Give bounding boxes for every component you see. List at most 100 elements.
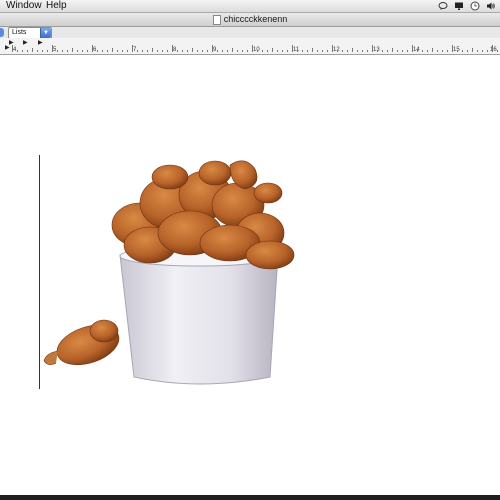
- ruler-tick: [392, 48, 393, 52]
- ruler-tick: [102, 50, 103, 52]
- ruler-tick: [487, 50, 488, 52]
- ruler-tick: [372, 45, 373, 52]
- ruler-tick: [42, 50, 43, 52]
- ruler-tick: [442, 50, 443, 52]
- ruler-tick: [427, 50, 428, 52]
- ruler-tick: [327, 50, 328, 52]
- ruler-tick: [57, 50, 58, 52]
- ruler-tick: [257, 50, 258, 52]
- document-icon: [212, 14, 221, 25]
- ruler-tick: [452, 45, 453, 52]
- menu-bar: Window Help: [0, 0, 500, 13]
- ruler-tick: [202, 50, 203, 52]
- ruler-tick: [172, 45, 173, 52]
- ruler-tick: [262, 50, 263, 52]
- ruler-tick: [32, 48, 33, 52]
- document-image[interactable]: [40, 155, 300, 389]
- ruler-tick: [152, 48, 153, 52]
- ruler-tick: [157, 50, 158, 52]
- toolbar-edge-button[interactable]: [0, 28, 4, 37]
- ruler-tick: [492, 45, 493, 52]
- ruler-tick: [317, 50, 318, 52]
- ruler-tick: [352, 48, 353, 52]
- window-title-text: chicccckkenenn: [223, 14, 288, 24]
- ruler-tick: [342, 50, 343, 52]
- ruler-tick: [397, 50, 398, 52]
- ruler-tick: [267, 50, 268, 52]
- ruler-tick: [107, 50, 108, 52]
- ruler-tick: [162, 50, 163, 52]
- ruler-tick: [497, 50, 498, 52]
- chevron-down-icon: ▼: [40, 28, 51, 38]
- ruler-tick: [237, 50, 238, 52]
- ruler-tick: [132, 45, 133, 52]
- ruler-tick: [362, 50, 363, 52]
- volume-icon[interactable]: [486, 1, 496, 11]
- ruler-tick: [247, 50, 248, 52]
- ruler-tick: [467, 50, 468, 52]
- ruler-tick: [192, 48, 193, 52]
- ruler-tick: [92, 45, 93, 52]
- window-title: chicccckkenenn: [0, 13, 500, 26]
- ruler-tick: [477, 50, 478, 52]
- ruler[interactable]: ▶ ▶ ▶ ▶ 4 5 6 7 8 9 10 11 12 13 14 15 16: [0, 38, 500, 55]
- ruler-tick: [472, 48, 473, 52]
- tab-stop-marker[interactable]: ▶: [5, 45, 10, 51]
- ruler-tick: [252, 45, 253, 52]
- ruler-tick: [97, 50, 98, 52]
- ruler-tick: [457, 50, 458, 52]
- ruler-tick: [217, 50, 218, 52]
- ruler-tick: [222, 50, 223, 52]
- ruler-tick: [182, 50, 183, 52]
- bubble-icon[interactable]: [438, 1, 448, 11]
- ruler-tick: [332, 45, 333, 52]
- menu-help[interactable]: Help: [46, 0, 67, 12]
- ruler-tick: [322, 50, 323, 52]
- tab-stop-marker[interactable]: ▶: [23, 40, 28, 46]
- ruler-tick: [312, 48, 313, 52]
- ruler-tick: [167, 50, 168, 52]
- lists-dropdown-value: Lists: [12, 29, 27, 36]
- ruler-number: 7: [133, 47, 137, 53]
- ruler-tick: [72, 48, 73, 52]
- clock-icon[interactable]: [470, 1, 480, 11]
- ruler-tick: [112, 48, 113, 52]
- document-body[interactable]: [0, 55, 500, 495]
- ruler-tick: [177, 50, 178, 52]
- menu-window[interactable]: Window: [6, 0, 42, 12]
- ruler-tick: [87, 50, 88, 52]
- ruler-tick: [242, 50, 243, 52]
- ruler-number: 5: [53, 47, 57, 53]
- ruler-tick: [462, 50, 463, 52]
- ruler-tick: [282, 50, 283, 52]
- ruler-number: 4: [13, 47, 17, 53]
- ruler-tick: [52, 45, 53, 52]
- ruler-tick: [187, 50, 188, 52]
- ruler-tick: [377, 50, 378, 52]
- tab-stop-marker[interactable]: ▶: [38, 40, 43, 46]
- window-title-bar[interactable]: chicccckkenenn: [0, 13, 500, 27]
- ruler-tick: [447, 50, 448, 52]
- ruler-tick: [422, 50, 423, 52]
- ruler-tick: [62, 50, 63, 52]
- ruler-tick: [12, 45, 13, 52]
- ruler-tick: [17, 50, 18, 52]
- ruler-tick: [82, 50, 83, 52]
- ruler-tick: [37, 50, 38, 52]
- ruler-number: 8: [173, 47, 177, 53]
- ruler-number: 16: [490, 47, 497, 53]
- ruler-tick: [197, 50, 198, 52]
- ruler-tick: [302, 50, 303, 52]
- fried-chicken-bucket-image: [43, 160, 295, 385]
- ruler-tick: [402, 50, 403, 52]
- ruler-tick: [382, 50, 383, 52]
- bottom-edge: [0, 495, 500, 500]
- ruler-tick: [277, 50, 278, 52]
- display-icon[interactable]: [454, 1, 464, 11]
- ruler-tick: [27, 50, 28, 52]
- ruler-tick: [142, 50, 143, 52]
- ruler-tick: [347, 50, 348, 52]
- ruler-tick: [337, 50, 338, 52]
- ruler-tick: [437, 50, 438, 52]
- ruler-tick: [407, 50, 408, 52]
